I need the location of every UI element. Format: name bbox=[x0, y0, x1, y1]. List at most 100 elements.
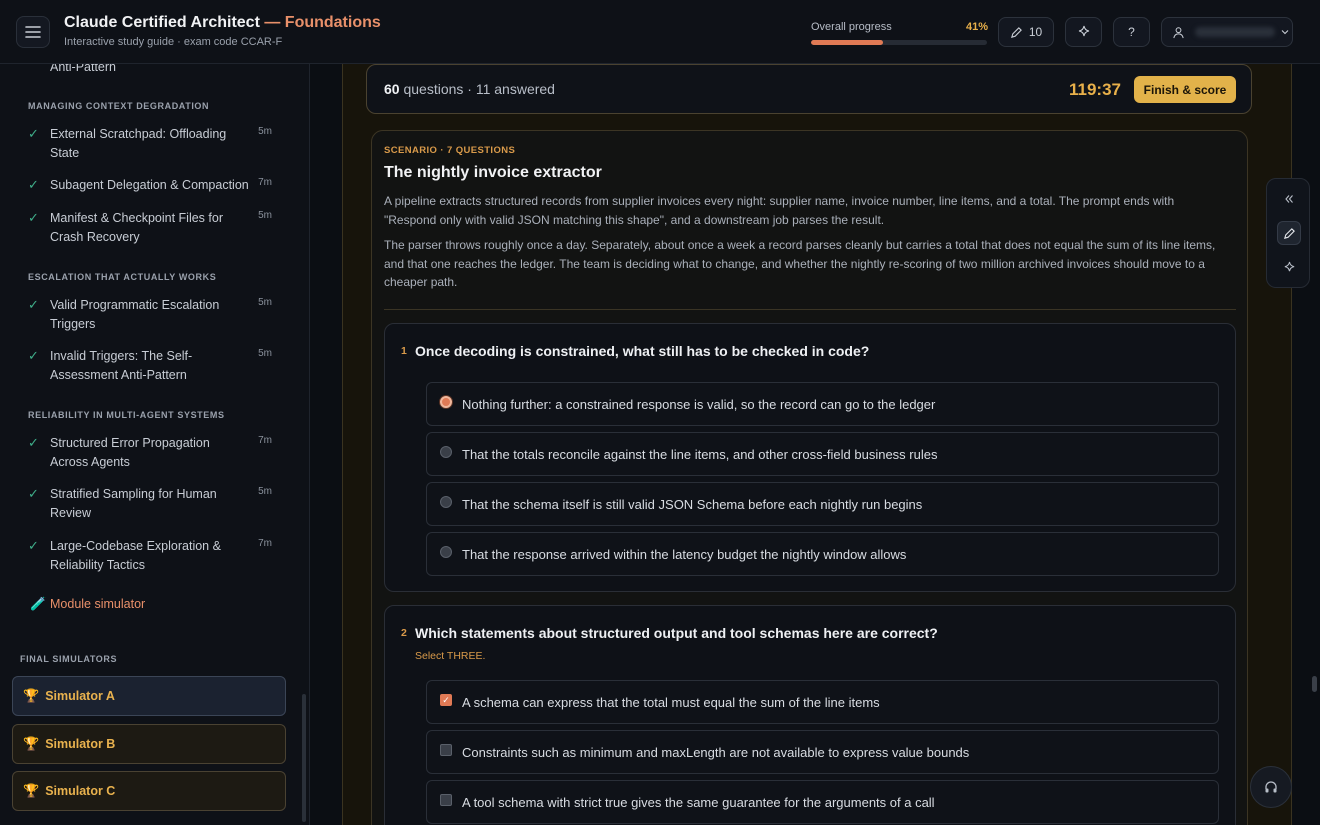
trophy-icon: 🏆 bbox=[23, 783, 40, 798]
user-menu[interactable] bbox=[1161, 17, 1293, 47]
chevron-down-icon bbox=[1281, 30, 1289, 35]
option-text: That the schema itself is still valid JS… bbox=[462, 496, 923, 512]
main-content: 60 questions · 11 answered 119:37 Finish… bbox=[310, 64, 1320, 825]
progress-label: Overall progress bbox=[811, 21, 892, 33]
simulator-a-button[interactable]: 🏆 Simulator A bbox=[12, 676, 286, 716]
question-card: 2 Which statements about structured outp… bbox=[384, 605, 1236, 825]
sidebar-lesson-item[interactable]: ✓ External Scratchpad: Offloading State … bbox=[28, 125, 278, 162]
notes-button[interactable]: 10 bbox=[998, 17, 1054, 47]
simulator-label: Simulator A bbox=[45, 689, 115, 703]
app-title-main: Claude Certified Architect bbox=[64, 14, 260, 31]
answer-option[interactable]: That the schema itself is still valid JS… bbox=[426, 482, 1219, 526]
sidebar-lesson-item[interactable]: ✓ Invalid Triggers: The Self-Assessment … bbox=[28, 347, 278, 384]
sidebar-lesson-item[interactable]: ✓ Large-Codebase Exploration & Reliabili… bbox=[28, 537, 278, 574]
check-icon: ✓ bbox=[28, 177, 39, 192]
lesson-title: Structured Error Propagation Across Agen… bbox=[50, 436, 210, 469]
question-hint: Select THREE. bbox=[415, 650, 486, 662]
sparkle-icon bbox=[1078, 25, 1089, 37]
menu-icon bbox=[25, 26, 41, 38]
progress-percent: 41% bbox=[965, 21, 988, 33]
lesson-title: Stratified Sampling for Human Review bbox=[50, 487, 217, 520]
sidebar-lesson-item[interactable]: ✓ Structured Error Propagation Across Ag… bbox=[28, 434, 278, 471]
progress-bar bbox=[811, 40, 987, 45]
audio-button[interactable] bbox=[1250, 766, 1292, 808]
module-simulator-label: Module simulator bbox=[50, 597, 146, 611]
checkbox-checked-icon: ✓ bbox=[440, 694, 452, 706]
question-total: 60 bbox=[384, 81, 400, 97]
answer-option[interactable]: That the totals reconcile against the li… bbox=[426, 432, 1219, 476]
radio-icon bbox=[440, 446, 452, 458]
collapse-button[interactable] bbox=[1277, 187, 1301, 211]
scenario-paragraph: The parser throws roughly once a day. Se… bbox=[384, 238, 1216, 289]
main-scrollbar[interactable] bbox=[1312, 676, 1317, 692]
trophy-icon: 🏆 bbox=[23, 688, 40, 703]
app-title-accent: — Foundations bbox=[264, 14, 381, 31]
lesson-duration: 5m bbox=[258, 126, 272, 137]
question-number: 1 bbox=[401, 345, 407, 357]
menu-button[interactable] bbox=[16, 16, 50, 48]
answer-option[interactable]: ✓ A schema can express that the total mu… bbox=[426, 680, 1219, 724]
app-subtitle: Interactive study guide · exam code CCAR… bbox=[64, 36, 283, 48]
ai-assist-button[interactable] bbox=[1065, 17, 1102, 47]
option-text: That the totals reconcile against the li… bbox=[462, 446, 938, 462]
final-simulators-title: FINAL SIMULATORS bbox=[20, 654, 118, 664]
headphones-icon bbox=[1265, 781, 1277, 793]
notes-count: 10 bbox=[1028, 25, 1043, 39]
simulator-b-button[interactable]: 🏆 Simulator B bbox=[12, 724, 286, 764]
answer-option[interactable]: A tool schema with strict true gives the… bbox=[426, 780, 1219, 824]
lesson-duration: 7m bbox=[258, 435, 272, 446]
scenario-paragraph: A pipeline extracts structured records f… bbox=[384, 194, 1175, 227]
exam-status-bar: 60 questions · 11 answered 119:37 Finish… bbox=[366, 64, 1252, 114]
exam-timer: 119:37 bbox=[1069, 80, 1121, 99]
scenario-title: The nightly invoice extractor bbox=[384, 164, 602, 181]
progress-bar-fill bbox=[811, 40, 884, 45]
module-simulator-link[interactable]: 🧪 Module simulator bbox=[30, 596, 145, 612]
answer-option[interactable]: Nothing further: a constrained response … bbox=[426, 382, 1219, 426]
answer-option[interactable]: Constraints such as minimum and maxLengt… bbox=[426, 730, 1219, 774]
option-text: Constraints such as minimum and maxLengt… bbox=[462, 744, 970, 760]
option-text: That the response arrived within the lat… bbox=[462, 546, 907, 562]
lesson-duration: 7m bbox=[258, 177, 272, 188]
sidebar-lesson-item[interactable]: ✓ Valid Programmatic Escalation Triggers… bbox=[28, 296, 278, 333]
help-label: ? bbox=[1128, 25, 1135, 39]
lesson-title: External Scratchpad: Offloading State bbox=[50, 127, 227, 160]
help-button[interactable]: ? bbox=[1113, 17, 1150, 47]
ai-tool-button[interactable] bbox=[1277, 255, 1301, 279]
sidebar-lesson-item[interactable]: ✓ Manifest & Checkpoint Files for Crash … bbox=[28, 209, 278, 246]
lesson-title: Large-Codebase Exploration & Reliability… bbox=[50, 539, 221, 572]
lesson-duration: 5m bbox=[258, 210, 272, 221]
checkbox-icon bbox=[440, 744, 452, 756]
check-icon: ✓ bbox=[28, 435, 39, 450]
top-bar: Claude Certified Architect — Foundations… bbox=[0, 0, 1320, 64]
sidebar-section-title: RELIABILITY IN MULTI-AGENT SYSTEMS bbox=[28, 410, 225, 420]
lesson-title: Manifest & Checkpoint Files for Crash Re… bbox=[50, 211, 223, 244]
check-icon: ✓ bbox=[28, 348, 39, 363]
sidebar-lesson-item[interactable]: ✓ Subagent Delegation & Compaction 7m bbox=[28, 176, 278, 195]
check-icon: ✓ bbox=[28, 486, 39, 501]
simulator-c-button[interactable]: 🏆 Simulator C bbox=[12, 771, 286, 811]
sidebar-scrollbar[interactable] bbox=[302, 694, 306, 822]
radio-icon bbox=[440, 496, 452, 508]
sidebar-lesson-item[interactable]: ✓ Stratified Sampling for Human Review 5… bbox=[28, 485, 278, 522]
simulator-label: Simulator B bbox=[45, 737, 116, 751]
question-text: Which statements about structured output… bbox=[415, 625, 938, 641]
radio-selected-icon bbox=[440, 396, 452, 408]
lesson-duration: 5m bbox=[258, 486, 272, 497]
sidebar-item-partial[interactable]: Anti-Pattern bbox=[50, 64, 250, 77]
finish-score-button[interactable]: Finish & score bbox=[1134, 76, 1236, 103]
test-tube-icon: 🧪 bbox=[30, 596, 47, 611]
scenario-kicker: SCENARIO · 7 QUESTIONS bbox=[384, 145, 516, 156]
check-icon: ✓ bbox=[28, 538, 39, 553]
answer-option[interactable]: That the response arrived within the lat… bbox=[426, 532, 1219, 576]
notes-tool-button[interactable] bbox=[1277, 221, 1301, 245]
radio-icon bbox=[440, 546, 452, 558]
option-text: Nothing further: a constrained response … bbox=[462, 396, 936, 412]
pencil-icon bbox=[1283, 227, 1295, 239]
checkbox-icon bbox=[440, 794, 452, 806]
app-title: Claude Certified Architect — Foundations bbox=[64, 14, 381, 32]
check-icon: ✓ bbox=[28, 126, 39, 141]
question-card: 1 Once decoding is constrained, what sti… bbox=[384, 323, 1236, 592]
check-icon: ✓ bbox=[28, 210, 39, 225]
lesson-title: Valid Programmatic Escalation Triggers bbox=[50, 298, 220, 331]
pencil-icon bbox=[1010, 26, 1022, 38]
